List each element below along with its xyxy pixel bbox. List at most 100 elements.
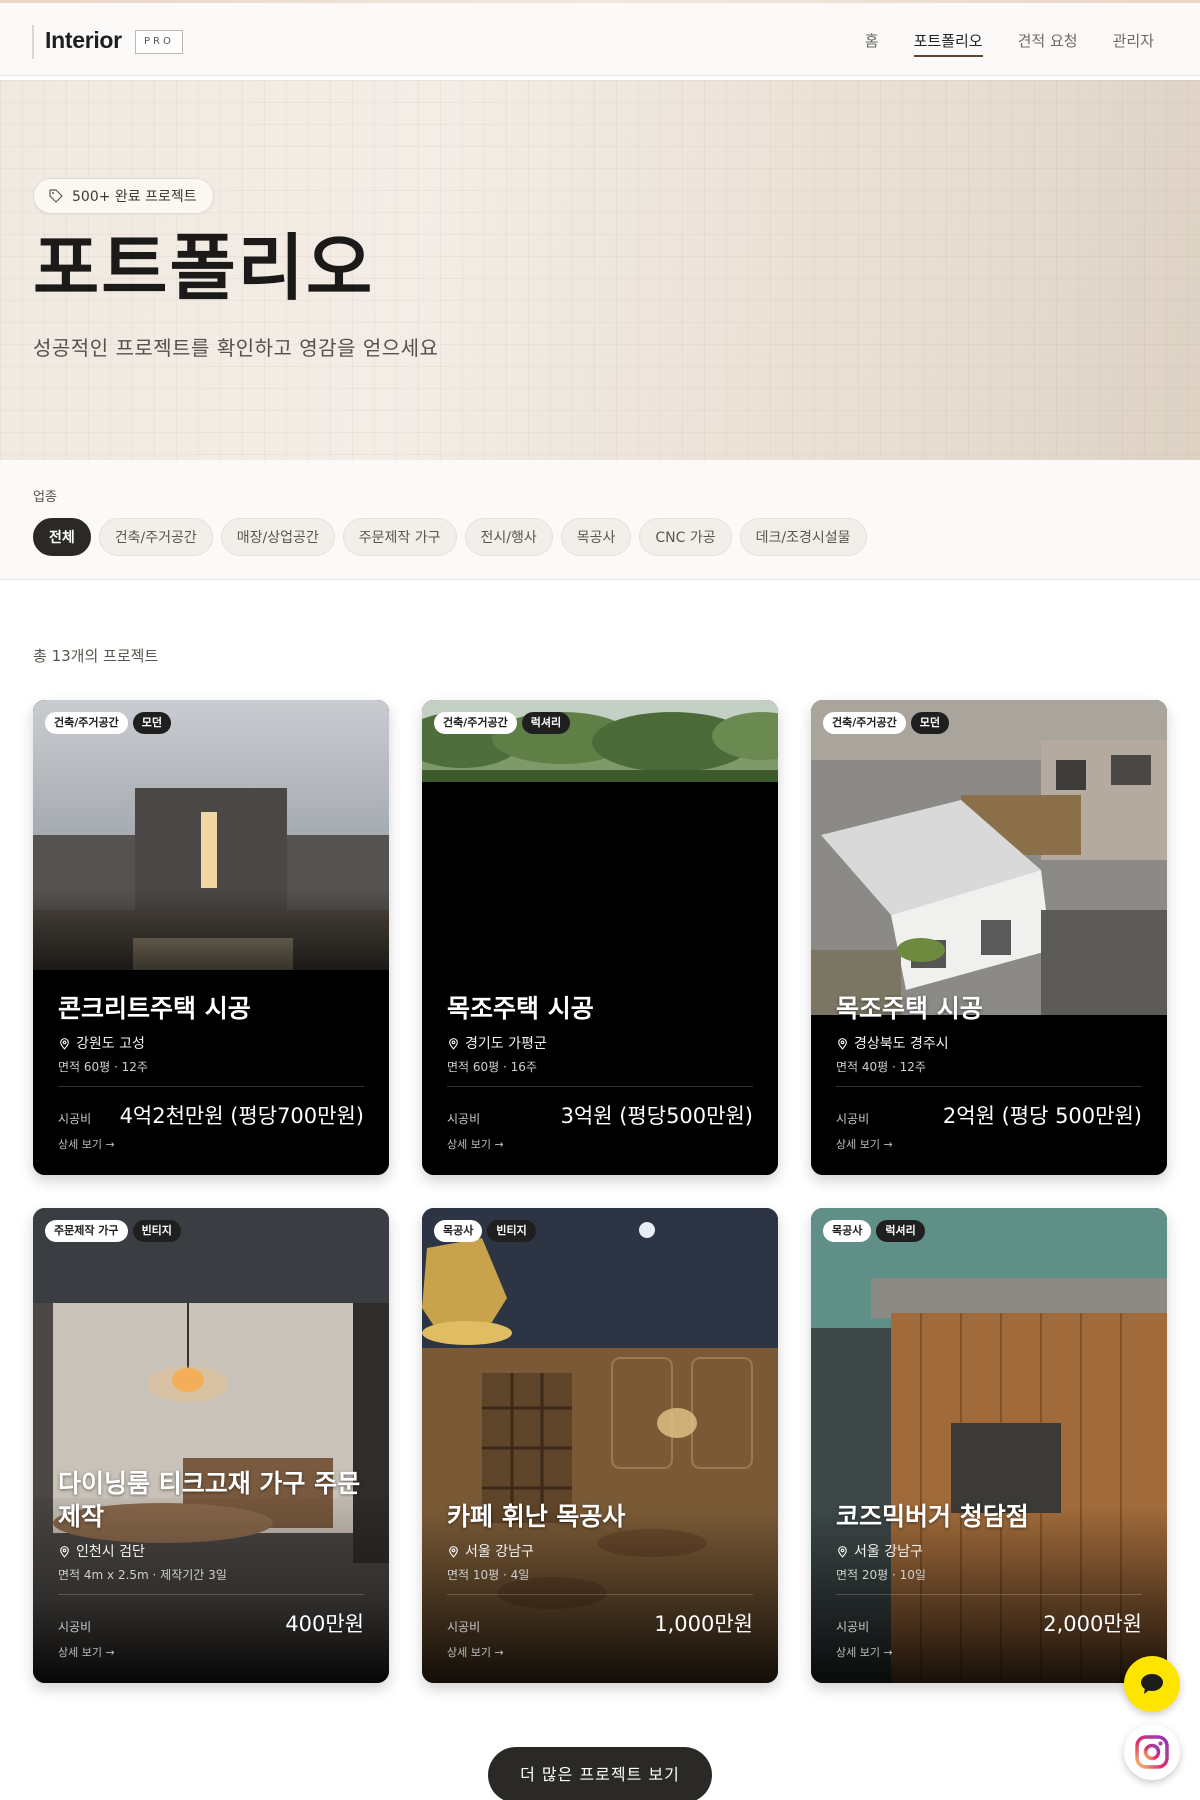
card-title: 콘크리트주택 시공 bbox=[58, 993, 251, 1023]
card-location: 강원도 고성 bbox=[58, 1033, 145, 1053]
detail-link[interactable]: 상세 보기 → bbox=[58, 1644, 115, 1660]
map-pin-icon bbox=[449, 1037, 458, 1050]
card-badges: 건축/주거공간 모던 bbox=[823, 712, 949, 734]
instagram-icon bbox=[1135, 1735, 1169, 1769]
project-card[interactable]: 건축/주거공간 모던 콘크리트주택 시공 강원도 고성 면적 60평 · 12주… bbox=[33, 700, 389, 1175]
card-body: 카페 휘난 목공사 서울 강남구 면적 10평 · 4일 시공비 1,000만원… bbox=[447, 1498, 753, 1683]
detail-link[interactable]: 상세 보기 → bbox=[447, 1136, 504, 1152]
filter-chip-commercial[interactable]: 매장/상업공간 bbox=[220, 518, 335, 556]
project-card[interactable]: 건축/주거공간 모던 목조주택 시공 경상북도 경주시 면적 40평 · 12주… bbox=[811, 700, 1167, 1175]
filter-chip-carpentry[interactable]: 목공사 bbox=[560, 518, 632, 556]
detail-link[interactable]: 상세 보기 → bbox=[836, 1136, 893, 1152]
cost-value: 400만원 bbox=[285, 1612, 364, 1636]
category-badge: 건축/주거공간 bbox=[45, 712, 128, 734]
load-more-button[interactable]: 더 많은 프로젝트 보기 bbox=[488, 1747, 712, 1800]
main-nav: 홈 포트폴리오 견적 요청 관리자 bbox=[830, 30, 1154, 57]
page-title: 포트폴리오 bbox=[33, 226, 375, 310]
project-card[interactable]: 목공사 빈티지 카페 휘난 목공사 서울 강남구 면적 10평 · 4일 시공비… bbox=[422, 1208, 778, 1683]
cost-value: 4억2천만원 (평당700만원) bbox=[119, 1104, 364, 1128]
card-body: 목조주택 시공 경기도 가평군 면적 60평 · 16주 시공비 3억원 (평당… bbox=[447, 990, 753, 1175]
cost-label: 시공비 bbox=[836, 1620, 870, 1634]
detail-link[interactable]: 상세 보기 → bbox=[58, 1136, 115, 1152]
filter-chip-list: 전체 건축/주거공간 매장/상업공간 주문제작 가구 전시/행사 목공사 CNC… bbox=[33, 518, 867, 556]
cost-label: 시공비 bbox=[836, 1112, 870, 1126]
nav-quote-request[interactable]: 견적 요청 bbox=[1018, 30, 1078, 57]
card-location: 서울 강남구 bbox=[447, 1541, 534, 1561]
location-text: 인천시 검단 bbox=[76, 1544, 145, 1560]
completed-projects-pill: 500+ 완료 프로젝트 bbox=[33, 178, 214, 214]
card-body: 코즈믹버거 청담점 서울 강남구 면적 20평 · 10일 시공비 2,000만… bbox=[836, 1498, 1142, 1683]
style-badge: 럭셔리 bbox=[521, 712, 571, 734]
cost-value: 1,000만원 bbox=[654, 1612, 753, 1636]
filter-chip-custom-furniture[interactable]: 주문제작 가구 bbox=[342, 518, 457, 556]
location-text: 경기도 가평군 bbox=[465, 1036, 547, 1052]
card-badges: 목공사 빈티지 bbox=[434, 1220, 536, 1242]
cost-value: 2억원 (평당 500만원) bbox=[942, 1104, 1142, 1128]
card-title: 목조주택 시공 bbox=[836, 993, 983, 1023]
cost-label: 시공비 bbox=[447, 1620, 481, 1634]
card-location: 경기도 가평군 bbox=[447, 1033, 547, 1053]
map-pin-icon bbox=[449, 1545, 458, 1558]
card-title: 코즈믹버거 청담점 bbox=[836, 1501, 1029, 1531]
site-header: Interior PRO 홈 포트폴리오 견적 요청 관리자 bbox=[0, 3, 1200, 76]
cost-label: 시공비 bbox=[447, 1112, 481, 1126]
instagram-button[interactable] bbox=[1124, 1724, 1180, 1780]
card-body: 다이닝룸 티크고재 가구 주문제작 인천시 검단 면적 4m x 2.5m · … bbox=[58, 1469, 364, 1683]
location-text: 경상북도 경주시 bbox=[854, 1036, 949, 1052]
detail-link[interactable]: 상세 보기 → bbox=[836, 1644, 893, 1660]
card-title: 목조주택 시공 bbox=[447, 993, 594, 1023]
style-badge: 모던 bbox=[910, 712, 949, 734]
nav-home[interactable]: 홈 bbox=[865, 30, 879, 57]
location-text: 서울 강남구 bbox=[465, 1544, 534, 1560]
completed-projects-text: 500+ 완료 프로젝트 bbox=[72, 189, 197, 205]
hero-section: 500+ 완료 프로젝트 포트폴리오 성공적인 프로젝트를 확인하고 영감을 얻… bbox=[0, 80, 1200, 460]
card-meta: 면적 10평 · 4일 bbox=[447, 1568, 530, 1582]
card-divider bbox=[58, 1086, 364, 1087]
location-text: 서울 강남구 bbox=[854, 1544, 923, 1560]
card-divider bbox=[447, 1594, 753, 1595]
tag-icon bbox=[49, 189, 63, 203]
filter-chip-deck-landscape[interactable]: 데크/조경시설물 bbox=[739, 518, 867, 556]
card-body: 콘크리트주택 시공 강원도 고성 면적 60평 · 12주 시공비 4억2천만원… bbox=[58, 990, 364, 1175]
card-meta: 면적 60평 · 12주 bbox=[58, 1060, 148, 1074]
cost-label: 시공비 bbox=[58, 1112, 92, 1126]
category-badge: 목공사 bbox=[823, 1220, 872, 1242]
card-meta: 면적 4m x 2.5m · 제작기간 3일 bbox=[58, 1568, 227, 1582]
logo-divider bbox=[32, 25, 34, 59]
project-card[interactable]: 주문제작 가구 빈티지 다이닝룸 티크고재 가구 주문제작 인천시 검단 면적 … bbox=[33, 1208, 389, 1683]
project-card[interactable]: 목공사 럭셔리 코즈믹버거 청담점 서울 강남구 면적 20평 · 10일 시공… bbox=[811, 1208, 1167, 1683]
filter-chip-cnc[interactable]: CNC 가공 bbox=[639, 518, 732, 556]
card-location: 인천시 검단 bbox=[58, 1541, 145, 1561]
category-badge: 건축/주거공간 bbox=[434, 712, 517, 734]
category-badge: 주문제작 가구 bbox=[45, 1220, 128, 1242]
card-meta: 면적 60평 · 16주 bbox=[447, 1060, 537, 1074]
nav-admin[interactable]: 관리자 bbox=[1113, 30, 1154, 57]
style-badge: 럭셔리 bbox=[876, 1220, 925, 1242]
style-badge: 모던 bbox=[132, 712, 171, 734]
logo[interactable]: Interior bbox=[45, 27, 122, 54]
map-pin-icon bbox=[60, 1037, 69, 1050]
filter-chip-all[interactable]: 전체 bbox=[33, 518, 91, 556]
card-location: 서울 강남구 bbox=[836, 1541, 923, 1561]
location-text: 강원도 고성 bbox=[76, 1036, 145, 1052]
nav-portfolio[interactable]: 포트폴리오 bbox=[913, 30, 983, 57]
cost-value: 3억원 (평당500만원) bbox=[560, 1104, 753, 1128]
filter-chip-exhibition[interactable]: 전시/행사 bbox=[464, 518, 553, 556]
style-badge: 빈티지 bbox=[487, 1220, 536, 1242]
project-card[interactable]: 건축/주거공간 럭셔리 목조주택 시공 경기도 가평군 면적 60평 · 16주… bbox=[422, 700, 778, 1175]
cost-value: 2,000만원 bbox=[1043, 1612, 1142, 1636]
logo-pro-badge: PRO bbox=[135, 30, 183, 54]
page-subtitle: 성공적인 프로젝트를 확인하고 영감을 얻으세요 bbox=[33, 336, 439, 360]
card-location: 경상북도 경주시 bbox=[836, 1033, 949, 1053]
card-divider bbox=[58, 1594, 364, 1595]
card-badges: 목공사 럭셔리 bbox=[823, 1220, 925, 1242]
cost-label: 시공비 bbox=[58, 1620, 92, 1634]
style-badge: 빈티지 bbox=[132, 1220, 181, 1242]
card-title: 다이닝룸 티크고재 가구 주문제작 bbox=[58, 1469, 361, 1531]
card-divider bbox=[447, 1086, 753, 1087]
detail-link[interactable]: 상세 보기 → bbox=[447, 1644, 504, 1660]
card-badges: 건축/주거공간 모던 bbox=[45, 712, 171, 734]
card-badges: 건축/주거공간 럭셔리 bbox=[434, 712, 571, 734]
filter-chip-architecture[interactable]: 건축/주거공간 bbox=[98, 518, 213, 556]
card-meta: 면적 40평 · 12주 bbox=[836, 1060, 926, 1074]
